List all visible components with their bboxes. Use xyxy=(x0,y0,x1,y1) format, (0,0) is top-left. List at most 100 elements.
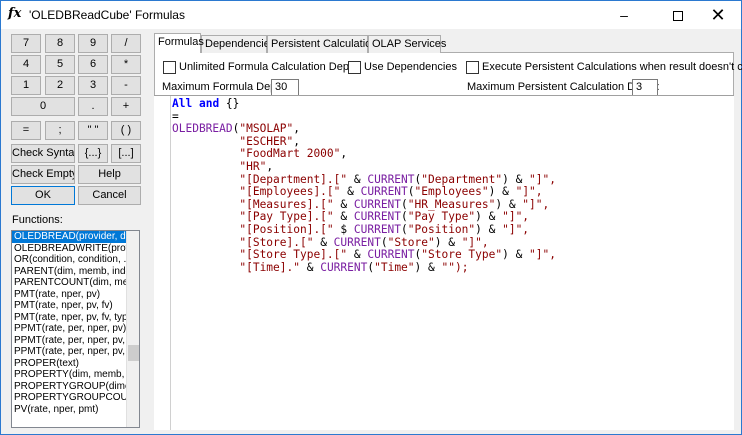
use-dependencies-checkbox[interactable] xyxy=(348,61,361,74)
list-item[interactable]: PROPERTYGROUP(dimen xyxy=(12,381,128,393)
functions-label: Functions: xyxy=(12,214,63,226)
brackets-button[interactable]: [...] xyxy=(111,144,141,163)
code-string: "Position" xyxy=(407,222,476,236)
code-function: CURRENT xyxy=(353,222,402,236)
list-item[interactable]: PROPERTY(dim, memb, gr xyxy=(12,369,128,381)
list-item[interactable]: PROPERTYGROUPCOUN xyxy=(12,392,128,404)
list-item[interactable]: PARENT(dim, memb, index xyxy=(12,266,128,278)
code-string: "[Store Type].[" xyxy=(239,248,348,262)
ok-button[interactable]: OK xyxy=(11,186,75,205)
maximize-icon xyxy=(673,11,683,22)
key-quotes[interactable]: " " xyxy=(78,121,108,140)
code-function: CURRENT xyxy=(367,172,415,186)
window-title: 'OLEDBReadCube' Formulas xyxy=(29,8,185,22)
code-string: "FoodMart 2000" xyxy=(239,147,341,161)
code-function: CURRENT xyxy=(333,235,381,249)
fx-icon: fx xyxy=(8,6,22,21)
code-string: "[Pay Type].[" xyxy=(239,210,334,224)
key-8[interactable]: 8 xyxy=(45,34,75,53)
key-parentheses[interactable]: ( ) xyxy=(111,121,141,140)
max-persistent-label: Maximum Persistent Calculation Depth: xyxy=(467,81,660,93)
list-item[interactable]: PPMT(rate, per, nper, pv) xyxy=(12,323,128,335)
key-multiply[interactable]: * xyxy=(111,55,141,74)
list-item[interactable]: PMT(rate, nper, pv, fv) xyxy=(12,300,128,312)
tab-persistent-calculations[interactable]: Persistent Calculations xyxy=(267,35,383,53)
check-syntax-button[interactable]: Check Syntax xyxy=(11,144,75,163)
key-equals[interactable]: = xyxy=(11,121,41,140)
tab-formulas[interactable]: Formulas xyxy=(154,33,204,53)
code-function: CURRENT xyxy=(353,210,402,224)
key-divide[interactable]: / xyxy=(111,34,141,53)
code-string: "Store" xyxy=(387,235,435,249)
code-string: "ESCHER" xyxy=(239,134,294,148)
code-string: "HR_Measures" xyxy=(407,197,496,211)
code-string: "Pay Type" xyxy=(407,210,476,224)
use-dependencies-label: Use Dependencies xyxy=(364,61,457,73)
code-string: "[Store].[" xyxy=(239,235,314,249)
code-string: ""); xyxy=(441,260,469,274)
list-item[interactable]: PV(rate, nper, pmt) xyxy=(12,404,128,416)
functions-list[interactable]: OLEDBREAD(provider, dat OLEDBREADWRITE(p… xyxy=(11,230,140,428)
list-item[interactable]: OR(condition, condition, ... xyxy=(12,254,128,266)
code-string: "MSOLAP" xyxy=(239,122,294,136)
unlimited-depth-checkbox[interactable] xyxy=(163,61,176,74)
code-string: "[Time]." xyxy=(239,260,300,274)
keyword-and: and xyxy=(198,97,220,110)
list-item[interactable]: PPMT(rate, per, nper, pv, fv xyxy=(12,335,128,347)
code-string: "]", xyxy=(502,210,530,224)
code-string: "Department" xyxy=(421,172,503,186)
list-item[interactable]: OLEDBREADWRITE(provi xyxy=(12,243,128,255)
list-item[interactable]: PMT(rate, nper, pv) xyxy=(12,289,128,301)
code-string: "[Employees].[" xyxy=(239,185,341,199)
keyword-all: All xyxy=(172,97,193,110)
code-string: "]", xyxy=(529,248,556,262)
code-string: "]", xyxy=(529,172,556,186)
help-button[interactable]: Help xyxy=(78,165,141,184)
braces-button[interactable]: {...} xyxy=(78,144,108,163)
code-equals: = xyxy=(172,109,179,123)
key-5[interactable]: 5 xyxy=(45,55,75,74)
list-item[interactable]: PROPER(text) xyxy=(12,358,128,370)
code-string: "[Department].[" xyxy=(239,172,348,186)
formula-editor[interactable]: All and {} = OLEDBREAD("MSOLAP", "ESCHER… xyxy=(154,95,734,430)
code-string: "Store Type" xyxy=(421,248,503,262)
tab-dependencies[interactable]: Dependencies xyxy=(201,35,275,53)
key-9[interactable]: 9 xyxy=(78,34,108,53)
list-item[interactable]: PMT(rate, nper, pv, fv, type xyxy=(12,312,128,324)
key-plus[interactable]: + xyxy=(111,97,141,116)
max-depth-input[interactable]: 30 xyxy=(271,79,299,96)
key-minus[interactable]: - xyxy=(111,76,141,95)
key-0[interactable]: 0 xyxy=(11,97,75,116)
functions-scrollbar[interactable] xyxy=(126,231,139,427)
formulas-window: fx 'OLEDBReadCube' Formulas – ✕ 7 8 9 / … xyxy=(0,0,742,435)
scrollbar-thumb[interactable] xyxy=(128,345,139,361)
key-2[interactable]: 2 xyxy=(45,76,75,95)
tab-olap-services[interactable]: OLAP Services xyxy=(368,35,446,53)
title-bar[interactable]: fx 'OLEDBReadCube' Formulas – ✕ xyxy=(1,1,741,29)
code-string: "]", xyxy=(522,197,550,211)
code-string: "]", xyxy=(502,222,530,236)
key-1[interactable]: 1 xyxy=(11,76,41,95)
key-4[interactable]: 4 xyxy=(11,55,41,74)
key-7[interactable]: 7 xyxy=(11,34,41,53)
formula-code[interactable]: All and {} = OLEDBREAD("MSOLAP", "ESCHER… xyxy=(172,97,556,274)
minimize-button[interactable]: – xyxy=(601,1,647,29)
list-item[interactable]: PARENTCOUNT(dim, mem xyxy=(12,277,128,289)
cancel-button[interactable]: Cancel xyxy=(78,186,141,205)
list-item[interactable]: PPMT(rate, per, nper, pv, fv xyxy=(12,346,128,358)
code-string: "]", xyxy=(461,235,489,249)
key-decimal[interactable]: . xyxy=(78,97,108,116)
execute-persistent-checkbox[interactable] xyxy=(466,61,479,74)
check-empty-button[interactable]: Check Empty xyxy=(11,165,75,184)
code-function: CURRENT xyxy=(367,248,415,262)
key-semicolon[interactable]: ; xyxy=(45,121,75,140)
execute-persistent-label: Execute Persistent Calculations when res… xyxy=(482,61,742,73)
close-button[interactable]: ✕ xyxy=(695,1,741,29)
list-item[interactable]: OLEDBREAD(provider, dat xyxy=(12,231,128,243)
key-3[interactable]: 3 xyxy=(78,76,108,95)
code-string: "HR" xyxy=(239,159,267,173)
code-braces: {} xyxy=(219,97,240,110)
code-function: OLEDBREAD xyxy=(172,122,233,136)
key-6[interactable]: 6 xyxy=(78,55,108,74)
max-persistent-input[interactable]: 3 xyxy=(632,79,658,96)
